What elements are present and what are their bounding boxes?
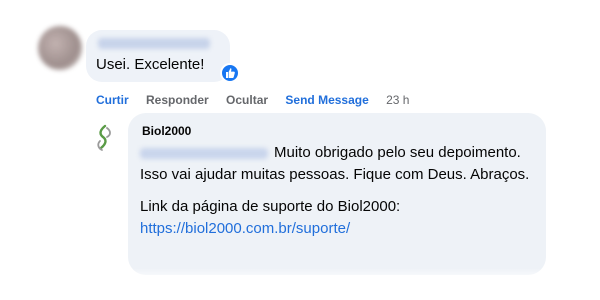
comment-actions: Curtir Responder Ocultar Send Message 23…	[96, 93, 423, 107]
send-message-action[interactable]: Send Message	[285, 93, 368, 107]
reply-author[interactable]: Biol2000	[142, 124, 191, 138]
reply-body: Muito obrigado pelo seu depoimento. Isso…	[140, 142, 536, 240]
commenter-avatar-blurred[interactable]	[38, 26, 82, 70]
support-link[interactable]: https://biol2000.com.br/suporte/	[140, 220, 350, 237]
like-action[interactable]: Curtir	[96, 93, 129, 107]
hide-action[interactable]: Ocultar	[226, 93, 268, 107]
biol2000-logo-glyph	[97, 124, 111, 151]
reply-support-label: Link da página de suporte do Biol2000:	[140, 198, 401, 215]
comment-timestamp[interactable]: 23 h	[386, 93, 409, 107]
bottom-fade	[0, 268, 600, 300]
biol2000-logo-icon[interactable]	[94, 124, 116, 152]
comment-text: Usei. Excelente!	[96, 56, 205, 73]
commenter-name-redacted[interactable]	[98, 38, 210, 49]
reply-message: Muito obrigado pelo seu depoimento. Isso…	[140, 144, 530, 183]
thumbs-up-icon[interactable]	[220, 63, 240, 83]
thumbs-up-glyph	[226, 68, 235, 78]
reply-action[interactable]: Responder	[146, 93, 209, 107]
